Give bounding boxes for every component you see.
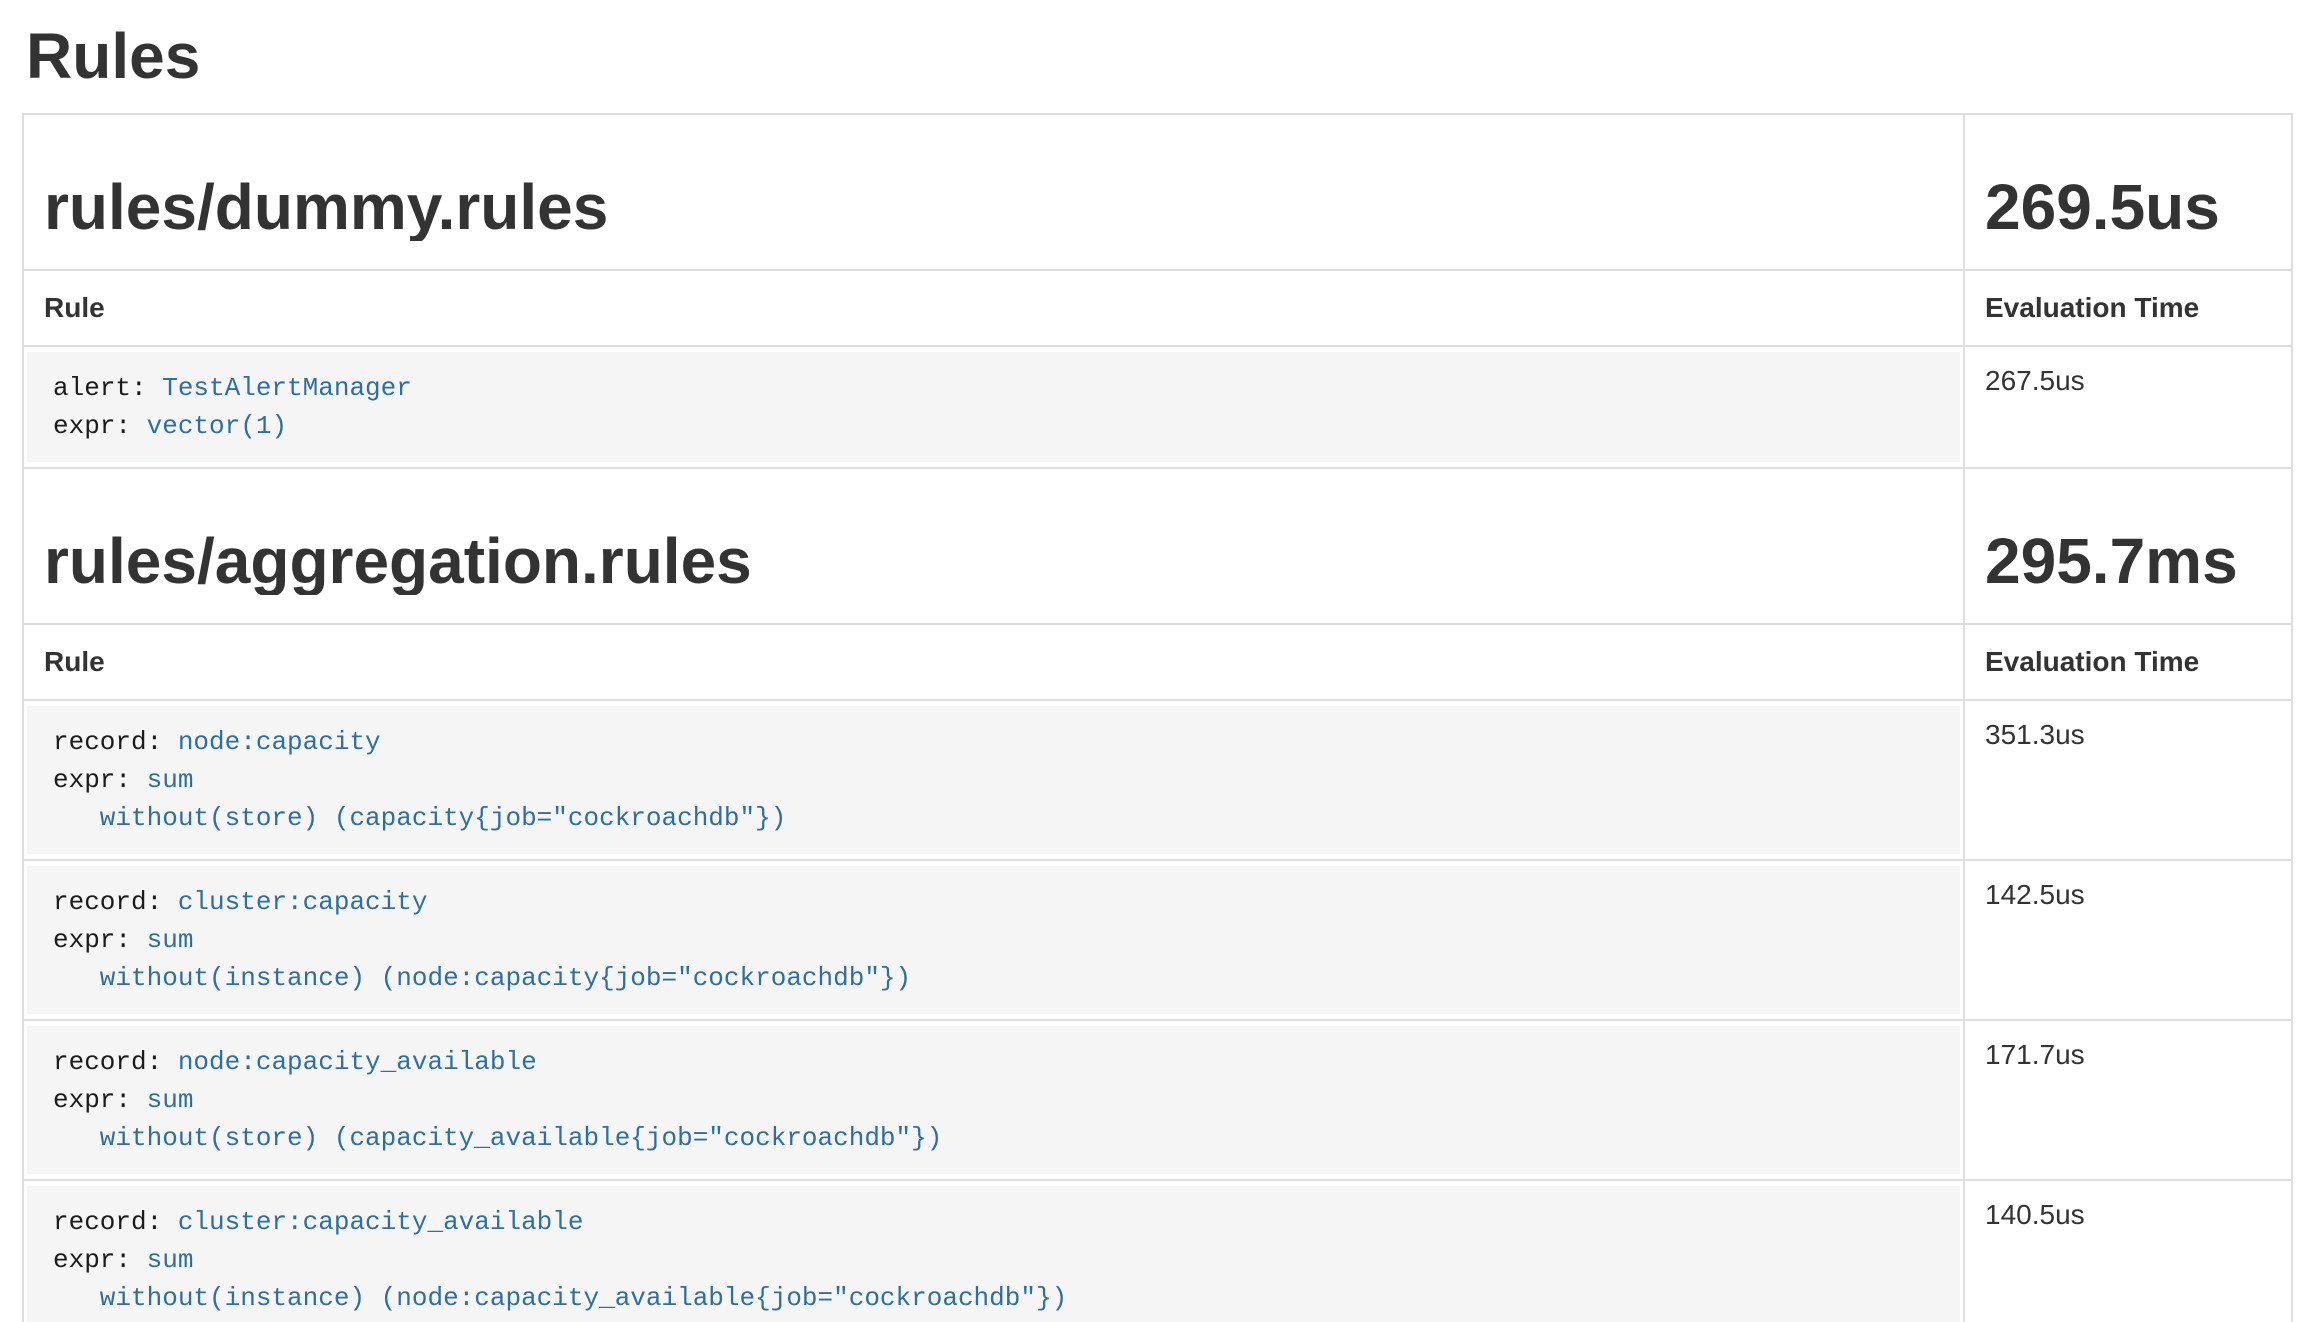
rule-name-link[interactable]: TestAlertManager xyxy=(162,373,412,403)
rule-column-header: Rule xyxy=(23,624,1964,700)
group-header-row: rules/aggregation.rules 295.7ms xyxy=(23,468,2292,624)
rule-expr-link[interactable]: sum xyxy=(147,1085,194,1115)
rule-name-link[interactable]: cluster:capacity xyxy=(178,887,428,917)
rule-code: alert: TestAlertManager expr: vector(1) xyxy=(27,352,1960,462)
rule-expr-link[interactable]: vector(1) xyxy=(147,411,287,441)
group-file-cell: rules/dummy.rules xyxy=(23,114,1964,270)
rule-name-link[interactable]: node:capacity_available xyxy=(178,1047,537,1077)
rule-keyword: expr: xyxy=(53,765,147,795)
rule-keyword: alert: xyxy=(53,373,162,403)
column-header-row: Rule Evaluation Time xyxy=(23,270,2292,346)
group-eval-total: 269.5us xyxy=(1985,173,2275,241)
rule-eval-time: 171.7us xyxy=(1964,1020,2292,1180)
rule-keyword: expr: xyxy=(53,1245,147,1275)
group-file-cell: rules/aggregation.rules xyxy=(23,468,1964,624)
rule-keyword: expr: xyxy=(53,1085,147,1115)
rule-keyword: record: xyxy=(53,1207,178,1237)
rule-row: record: node:capacity expr: sum without(… xyxy=(23,700,2292,860)
group-header-row: rules/dummy.rules 269.5us xyxy=(23,114,2292,270)
rule-code: record: node:capacity_available expr: su… xyxy=(27,1026,1960,1174)
rule-eval-time: 267.5us xyxy=(1964,346,2292,468)
rule-name-link[interactable]: cluster:capacity_available xyxy=(178,1207,584,1237)
rule-row: record: cluster:capacity expr: sum witho… xyxy=(23,860,2292,1020)
rule-column-header: Rule xyxy=(23,270,1964,346)
rule-keyword: expr: xyxy=(53,925,147,955)
time-column-header: Evaluation Time xyxy=(1964,624,2292,700)
rule-cell: record: node:capacity_available expr: su… xyxy=(23,1020,1964,1180)
rule-cell: record: cluster:capacity expr: sum witho… xyxy=(23,860,1964,1020)
rule-eval-time: 351.3us xyxy=(1964,700,2292,860)
rule-code: record: cluster:capacity expr: sum witho… xyxy=(27,866,1960,1014)
column-header-row: Rule Evaluation Time xyxy=(23,624,2292,700)
rule-eval-time: 142.5us xyxy=(1964,860,2292,1020)
rule-keyword: record: xyxy=(53,1047,178,1077)
rule-expr-link[interactable]: sum xyxy=(147,925,194,955)
page-title: Rules xyxy=(26,22,2292,90)
rule-row: alert: TestAlertManager expr: vector(1) … xyxy=(23,346,2292,468)
rule-row: record: cluster:capacity_available expr:… xyxy=(23,1180,2292,1322)
rule-keyword: expr: xyxy=(53,411,147,441)
rule-expr-continuation-link[interactable]: without(instance) (node:capacity{job="co… xyxy=(53,963,911,993)
rules-table: rules/dummy.rules 269.5us Rule Evaluatio… xyxy=(22,113,2293,1322)
rule-expr-continuation-link[interactable]: without(instance) (node:capacity_availab… xyxy=(53,1283,1067,1313)
group-file-name: rules/aggregation.rules xyxy=(44,527,1947,595)
group-total-cell: 295.7ms xyxy=(1964,468,2292,624)
group-eval-total: 295.7ms xyxy=(1985,527,2275,595)
rule-expr-link[interactable]: sum xyxy=(147,765,194,795)
rule-name-link[interactable]: node:capacity xyxy=(178,727,381,757)
rule-expr-link[interactable]: sum xyxy=(147,1245,194,1275)
rule-eval-time: 140.5us xyxy=(1964,1180,2292,1322)
rule-keyword: record: xyxy=(53,727,178,757)
rule-code: record: cluster:capacity_available expr:… xyxy=(27,1186,1960,1322)
rule-expr-continuation-link[interactable]: without(store) (capacity{job="cockroachd… xyxy=(53,803,786,833)
rules-page: Rules rules/dummy.rules 269.5us Rule Eva… xyxy=(22,22,2292,1322)
rule-cell: record: cluster:capacity_available expr:… xyxy=(23,1180,1964,1322)
group-file-name: rules/dummy.rules xyxy=(44,173,1947,241)
rule-cell: alert: TestAlertManager expr: vector(1) xyxy=(23,346,1964,468)
group-total-cell: 269.5us xyxy=(1964,114,2292,270)
rule-keyword: record: xyxy=(53,887,178,917)
rule-expr-continuation-link[interactable]: without(store) (capacity_available{job="… xyxy=(53,1123,942,1153)
rule-row: record: node:capacity_available expr: su… xyxy=(23,1020,2292,1180)
rule-cell: record: node:capacity expr: sum without(… xyxy=(23,700,1964,860)
time-column-header: Evaluation Time xyxy=(1964,270,2292,346)
rule-code: record: node:capacity expr: sum without(… xyxy=(27,706,1960,854)
